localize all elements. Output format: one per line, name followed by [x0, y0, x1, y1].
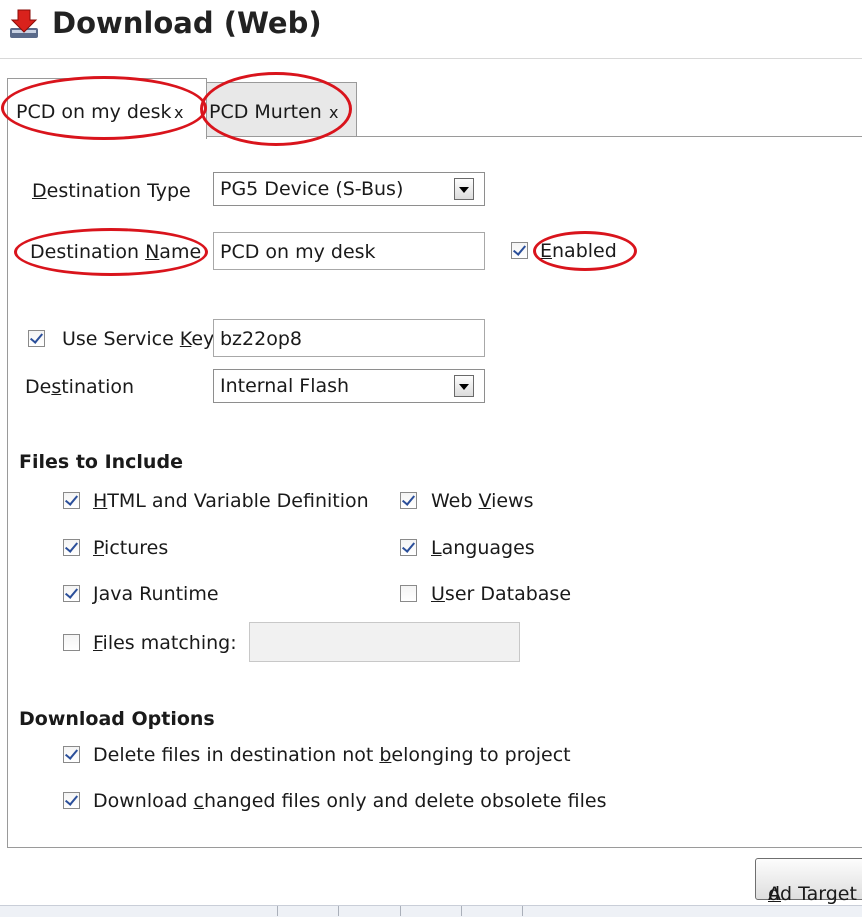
user-database-checkbox[interactable]	[400, 585, 417, 602]
java-runtime-label: Java Runtime	[93, 583, 219, 605]
strip-divider	[461, 906, 462, 916]
languages-label: Languages	[431, 537, 535, 559]
web-views-label: Web Views	[431, 490, 534, 512]
download-arrow-icon	[10, 9, 38, 38]
tab-pcd-on-my-desk[interactable]: PCD on my desk x	[7, 78, 207, 139]
selected-value: PG5 Device (S-Bus)	[220, 178, 404, 200]
chevron-down-icon[interactable]	[454, 178, 474, 200]
files-to-include-heading: Files to Include	[19, 451, 183, 473]
tab-label: PCD on my desk	[16, 101, 172, 123]
tab-label: PCD Murten	[209, 101, 322, 123]
destination-type-select[interactable]: PG5 Device (S-Bus)	[213, 172, 485, 206]
languages-checkbox[interactable]	[400, 539, 417, 556]
delete-files-label: Delete files in destination not belongin…	[93, 744, 571, 766]
files-matching-label: Files matching:	[93, 632, 237, 654]
destination-name-input[interactable]: PCD on my desk	[213, 232, 485, 270]
web-views-checkbox[interactable]	[400, 492, 417, 509]
selected-value: Internal Flash	[220, 375, 350, 397]
changed-files-only-label: Download changed files only and delete o…	[93, 790, 607, 812]
tab-close-icon[interactable]: x	[174, 103, 183, 122]
strip-divider	[277, 906, 278, 916]
user-database-label: User Database	[431, 583, 572, 605]
html-variable-definition-label: HTML and Variable Definition	[93, 490, 369, 512]
add-target-button[interactable]: Add Target	[755, 858, 862, 905]
changed-files-only-checkbox[interactable]	[63, 792, 80, 809]
files-matching-input[interactable]	[249, 622, 520, 662]
download-options-heading: Download Options	[19, 708, 215, 730]
enabled-checkbox[interactable]	[511, 242, 528, 259]
chevron-down-icon[interactable]	[454, 375, 474, 397]
bottom-strip	[0, 905, 862, 917]
strip-divider	[338, 906, 339, 916]
use-service-key-checkbox[interactable]	[28, 330, 45, 347]
pictures-label: Pictures	[93, 537, 169, 559]
tab-close-icon[interactable]: x	[329, 103, 338, 122]
enabled-label: Enabled	[540, 240, 617, 262]
destination-label: Destination	[25, 376, 135, 398]
service-key-input[interactable]: bz22op8	[213, 319, 485, 357]
pictures-checkbox[interactable]	[63, 539, 80, 556]
destination-name-label: Destination Name	[30, 241, 202, 263]
destination-select[interactable]: Internal Flash	[213, 369, 485, 403]
strip-divider	[522, 906, 523, 916]
html-variable-definition-checkbox[interactable]	[63, 492, 80, 509]
delete-files-checkbox[interactable]	[63, 746, 80, 763]
destination-type-label: Destination Type	[32, 180, 191, 202]
files-matching-checkbox[interactable]	[63, 634, 80, 651]
tab-pcd-murten[interactable]: PCD Murten x	[205, 82, 357, 137]
window-title: Download (Web)	[52, 6, 322, 40]
java-runtime-checkbox[interactable]	[63, 585, 80, 602]
title-bar: Download (Web)	[0, 0, 862, 59]
strip-divider	[400, 906, 401, 916]
use-service-key-label: Use Service Key	[62, 328, 215, 350]
